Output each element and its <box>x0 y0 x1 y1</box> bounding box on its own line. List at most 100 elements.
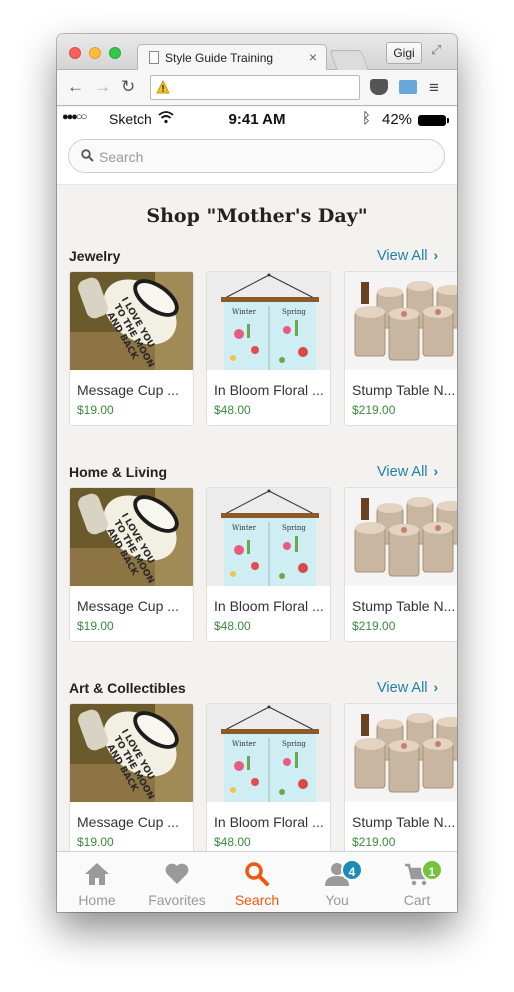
product-name: Stump Table N... <box>352 382 456 398</box>
view-all-link[interactable]: View All › <box>377 247 438 264</box>
view-all-label: View All <box>377 464 428 480</box>
title-bar: Style Guide Training × Gigi ⤢ <box>57 34 457 71</box>
back-arrow-icon[interactable]: ← <box>67 77 84 97</box>
view-all-link[interactable]: View All › <box>377 463 438 480</box>
product-image <box>345 488 457 586</box>
product-price: $19.00 <box>77 619 114 633</box>
product-name: Message Cup ... <box>77 382 179 398</box>
product-card[interactable]: I LOVE YOU TO THE MOON AND BACK Message … <box>69 487 194 642</box>
zoom-window-button[interactable] <box>109 47 121 59</box>
search-box[interactable] <box>68 139 445 173</box>
floral-print-photo: Winter Spring <box>207 272 330 370</box>
product-image: I LOVE YOU TO THE MOON AND BACK <box>70 272 193 370</box>
product-name: Message Cup ... <box>77 598 179 614</box>
svg-text:Winter: Winter <box>232 308 257 316</box>
browser-window: Style Guide Training × Gigi ⤢ ← → ↻ ≡ ●●… <box>57 34 457 912</box>
product-card[interactable]: Stump Table N... $219.00 <box>344 271 457 426</box>
page-icon <box>149 51 159 64</box>
tab-you[interactable]: 4 You <box>297 852 377 912</box>
svg-text:Spring: Spring <box>282 740 306 748</box>
stump-table-photo <box>345 704 457 802</box>
tab-label: Favorites <box>148 892 206 908</box>
product-name: In Bloom Floral ... <box>214 814 324 830</box>
reload-icon[interactable]: ↻ <box>121 77 135 97</box>
svg-text:Spring: Spring <box>282 308 306 316</box>
warning-icon <box>156 80 170 94</box>
product-price: $219.00 <box>352 619 396 633</box>
tab-home[interactable]: Home <box>57 852 137 912</box>
tab-search[interactable]: Search <box>217 852 297 912</box>
product-price: $48.00 <box>214 619 251 633</box>
product-card[interactable]: Winter Spring In Bloom Floral ... $48.00 <box>206 487 331 642</box>
product-card[interactable]: Stump Table N... $219.00 <box>344 487 457 642</box>
pocket-icon[interactable] <box>370 79 388 95</box>
view-all-label: View All <box>377 248 428 264</box>
product-card[interactable]: I LOVE YOU TO THE MOON AND BACK Message … <box>69 703 194 851</box>
menu-icon[interactable]: ≡ <box>429 78 439 98</box>
floral-print-photo: Winter Spring <box>207 704 330 802</box>
svg-text:Winter: Winter <box>232 740 257 748</box>
section-title: Home & Living <box>69 464 168 480</box>
heart-icon <box>165 863 189 884</box>
product-card[interactable]: Winter Spring In Bloom Floral ... $48.00 <box>206 271 331 426</box>
product-section: Art & Collectibles View All › I LOVE YOU T… <box>57 679 457 851</box>
tab-label: Search <box>234 892 280 908</box>
product-image: I LOVE YOU TO THE MOON AND BACK <box>70 488 193 586</box>
you-badge: 4 <box>341 859 363 881</box>
tab-label: Home <box>78 892 116 908</box>
tab-close-icon[interactable]: × <box>309 49 317 65</box>
product-price: $19.00 <box>77 403 114 417</box>
page-title: Shop "Mother's Day" <box>146 205 368 227</box>
stump-table-photo <box>345 272 457 370</box>
magnifier-icon <box>81 149 94 162</box>
product-image <box>345 272 457 370</box>
mug-photo: I LOVE YOU TO THE MOON AND BACK <box>70 704 193 802</box>
product-card[interactable]: Stump Table N... $219.00 <box>344 703 457 851</box>
product-image: Winter Spring <box>207 488 330 586</box>
product-price: $48.00 <box>214 835 251 849</box>
product-price: $219.00 <box>352 403 396 417</box>
product-name: Message Cup ... <box>77 814 179 830</box>
bluetooth-icon: ᛒ <box>362 110 372 127</box>
chevron-right-icon: › <box>433 247 439 263</box>
svg-text:Spring: Spring <box>282 524 306 532</box>
tab-cart[interactable]: 1 Cart <box>377 852 457 912</box>
floral-print-photo: Winter Spring <box>207 488 330 586</box>
chevron-right-icon: › <box>433 679 439 695</box>
new-tab-button[interactable] <box>329 50 369 70</box>
address-bar[interactable] <box>150 75 360 100</box>
tab-label: You <box>325 892 349 908</box>
view-all-link[interactable]: View All › <box>377 679 438 696</box>
camera-icon[interactable] <box>399 80 417 94</box>
view-all-label: View All <box>377 680 428 696</box>
product-section: Home & Living View All › I LOVE YOU TO THE… <box>57 463 457 664</box>
shop-content: Shop "Mother's Day" Jewelry View All › I L… <box>57 185 457 851</box>
profile-button[interactable]: Gigi <box>386 42 422 64</box>
browser-tab[interactable]: Style Guide Training × <box>137 44 327 71</box>
search-input[interactable] <box>99 146 429 167</box>
product-price: $48.00 <box>214 403 251 417</box>
product-name: Stump Table N... <box>352 598 456 614</box>
phone-status-bar: ●●●○○ Sketch 9:41 AM ᛒ 42% <box>57 107 457 131</box>
product-card[interactable]: Winter Spring In Bloom Floral ... $48.00 <box>206 703 331 851</box>
minimize-window-button[interactable] <box>89 47 101 59</box>
close-window-button[interactable] <box>69 47 81 59</box>
search-icon <box>245 862 269 886</box>
product-image: Winter Spring <box>207 272 330 370</box>
product-card[interactable]: I LOVE YOU TO THE MOON AND BACK Message … <box>69 271 194 426</box>
battery-percent: 42% <box>382 111 413 128</box>
svg-text:Winter: Winter <box>232 524 257 532</box>
battery-icon <box>418 115 449 126</box>
tab-favorites[interactable]: Favorites <box>137 852 217 912</box>
product-name: In Bloom Floral ... <box>214 598 324 614</box>
fullscreen-icon[interactable]: ⤢ <box>431 42 441 58</box>
product-image: I LOVE YOU TO THE MOON AND BACK <box>70 704 193 802</box>
product-image: Winter Spring <box>207 704 330 802</box>
bottom-tab-bar: Home Favorites Search 4 You 1 Cart <box>57 851 457 912</box>
section-title: Art & Collectibles <box>69 680 186 696</box>
product-price: $219.00 <box>352 835 396 849</box>
forward-arrow-icon[interactable]: → <box>94 77 111 97</box>
browser-toolbar: ← → ↻ ≡ <box>57 70 457 106</box>
product-name: In Bloom Floral ... <box>214 382 324 398</box>
home-icon <box>85 863 109 885</box>
